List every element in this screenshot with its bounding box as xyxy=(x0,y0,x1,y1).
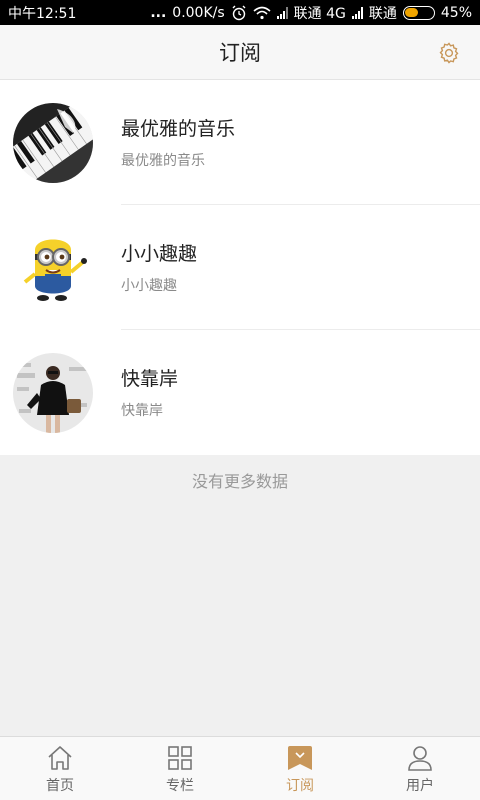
wifi-icon xyxy=(253,6,271,19)
gear-icon[interactable] xyxy=(437,41,461,65)
bottom-nav: 首页 专栏 订阅 用户 xyxy=(0,736,480,800)
carrier-1: 联通 4G xyxy=(293,5,346,22)
item-name: 快靠岸 xyxy=(121,368,179,390)
network-speed: 0.00K/s xyxy=(172,4,225,21)
nav-subscriptions-label: 订阅 xyxy=(286,778,314,794)
nav-user[interactable]: 用户 xyxy=(360,737,480,800)
nav-columns[interactable]: 专栏 xyxy=(120,737,240,800)
item-texts: 小小趣趣 小小趣趣 xyxy=(121,241,197,295)
item-texts: 最优雅的音乐 最优雅的音乐 xyxy=(121,116,235,170)
carrier-2: 联通 xyxy=(368,5,397,22)
avatar-minion[interactable] xyxy=(13,228,93,308)
nav-user-label: 用户 xyxy=(406,778,434,794)
subscription-item[interactable]: 最优雅的音乐 最优雅的音乐 xyxy=(0,80,480,205)
item-texts: 快靠岸 快靠岸 xyxy=(121,366,178,420)
nav-home[interactable]: 首页 xyxy=(0,737,120,800)
grid-icon xyxy=(168,746,192,770)
subscription-item[interactable]: 小小趣趣 小小趣趣 xyxy=(0,205,480,330)
alarm-icon xyxy=(232,5,246,20)
subscription-list: 最优雅的音乐 最优雅的音乐 小小趣趣 小小趣趣 快靠岸 快靠岸 xyxy=(0,80,480,455)
page-title: 订阅 xyxy=(219,41,261,65)
signal-icon xyxy=(276,6,288,19)
status-icons: ... 0.00K/s 联通 4G 联通 45% xyxy=(150,3,472,23)
subscription-item[interactable]: 快靠岸 快靠岸 xyxy=(0,330,480,455)
home-icon xyxy=(48,746,72,770)
nav-home-label: 首页 xyxy=(46,778,74,794)
app-header: 订阅 xyxy=(0,25,480,80)
nav-columns-label: 专栏 xyxy=(166,778,194,794)
bookmark-icon xyxy=(288,746,312,770)
status-time: 中午12:51 xyxy=(8,5,77,22)
item-subtitle: 最优雅的音乐 xyxy=(121,153,205,169)
nav-subscriptions[interactable]: 订阅 xyxy=(240,737,360,800)
item-subtitle: 小小趣趣 xyxy=(121,278,177,294)
signal-icon-2 xyxy=(351,6,363,19)
battery-icon xyxy=(402,5,435,20)
no-more-data-text: 没有更多数据 xyxy=(191,472,288,491)
item-name: 最优雅的音乐 xyxy=(121,118,236,140)
status-dots: ... xyxy=(150,4,167,21)
item-subtitle: 快靠岸 xyxy=(121,403,163,419)
avatar-piano[interactable] xyxy=(13,103,93,183)
battery-percent: 45% xyxy=(440,4,472,21)
user-icon xyxy=(408,746,432,771)
avatar-fashion[interactable] xyxy=(13,353,93,433)
item-name: 小小趣趣 xyxy=(121,243,198,265)
status-bar: 中午12:51 ... 0.00K/s 联通 4G 联通 45% xyxy=(0,0,480,25)
